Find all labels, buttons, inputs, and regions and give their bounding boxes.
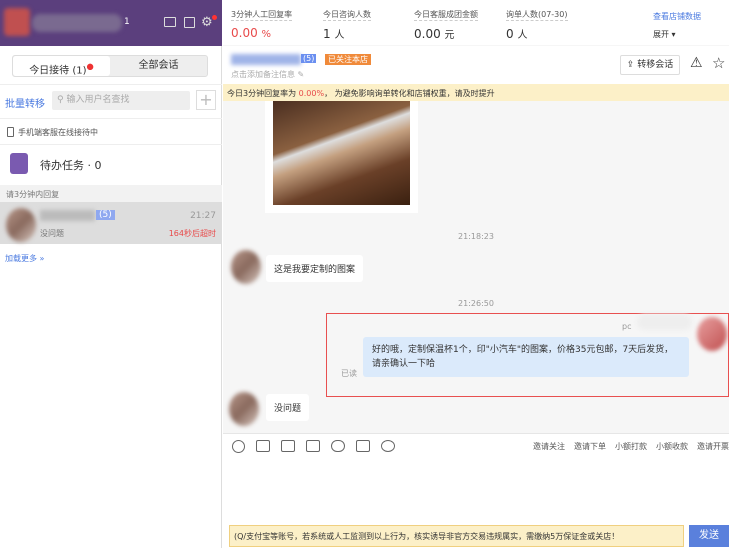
stat-consults: 今日咨询人数 1 人 [323,10,371,41]
image-message[interactable] [265,101,418,213]
transfer-icon: ⇪ [626,60,635,70]
sidebar: 1 ⚙ 今日接待 (1)● 全部会话 批量转移 ⚲ 输入用户名查找 + 手机端客… [0,0,222,548]
agent-avatar [697,317,727,351]
video-icon[interactable] [356,440,370,452]
transfer-session-button[interactable]: ⇪ 转移会话 [620,55,680,75]
conversation-time: 21:27 [190,211,216,221]
customer-avatar [229,392,259,426]
add-note-link[interactable]: 点击添加备注信息 ✎ [231,69,304,80]
small-payment-link[interactable]: 小额打款 [615,441,647,452]
load-more-link[interactable]: 加载更多 » [5,253,44,264]
avatar [4,8,30,36]
stats-bar: 3分钟人工回复率 0.00 % 今日咨询人数 1 人 今日客服成团金额 0.00 元 … [223,0,729,45]
badge-count: 1 [124,17,130,27]
invite-follow-link[interactable]: 邀请关注 [533,441,565,452]
avatar [6,208,36,242]
small-collect-link[interactable]: 小额收款 [656,441,688,452]
view-store-data-link[interactable]: 查看店铺数据 [653,11,701,22]
customer-avatar [231,250,261,284]
section-label: 请3分钟内回复 [0,185,222,202]
invite-order-link[interactable]: 邀请下单 [574,441,606,452]
link-icon[interactable] [331,440,345,452]
batch-transfer-link[interactable]: 批量转移 [5,95,45,110]
timestamp: 21:18:23 [458,232,494,241]
expand-dropdown[interactable]: 展开 ▾ [653,29,676,40]
conversation-tabs: 今日接待 (1)● 全部会话 [12,55,208,77]
phone-icon [7,127,14,137]
chat-panel: 3分钟人工回复率 0.00 % 今日咨询人数 1 人 今日客服成团金额 0.00 元 … [223,0,729,548]
message-bubble: 好的哦，定制保温杯1个，印"小汽车"的图案，价格35元包邮，7天后发货，请亲确认… [363,337,689,377]
composer-toolbar [232,440,406,453]
add-button[interactable]: + [196,90,216,110]
reply-rate-banner: 今日3分钟回复率为 0.00%， 为避免影响询单转化和店铺权重，请及时提升 [223,84,729,101]
policy-warning: (Q/支付宝等账号，若系统或人工监测到以上行为，核实诱导非官方交易违规属实，需缴… [229,525,684,547]
notification-dot [212,15,217,20]
invite-invoice-link[interactable]: 邀请开票 [697,441,729,452]
username [32,14,122,32]
sidebar-header: 1 ⚙ [0,0,222,46]
composer: 邀请关注 邀请下单 小额打款 小额收款 邀请开票 (Q/支付宝等账号，若系统或人… [223,433,729,548]
search-input[interactable]: ⚲ 输入用户名查找 [52,91,190,110]
contact-header: (5) 已关注本店 点击添加备注信息 ✎ ⇪ 转移会话 ⚠ ☆ [223,46,729,84]
message-input[interactable] [228,460,724,520]
message-bubble: 这是我要定制的图案 [266,255,364,282]
gear-icon[interactable]: ⚙ [201,15,213,30]
folder-icon[interactable] [281,440,295,452]
warning-icon[interactable]: ⚠ [690,55,703,71]
tab-all[interactable]: 全部会话 [110,56,207,76]
send-button[interactable]: 发送 [689,525,729,547]
todo-icon [10,153,28,174]
edit-icon[interactable] [184,17,195,28]
stat-reply-rate: 3分钟人工回复率 0.00 % [231,10,293,40]
contact-name: (5) [96,210,115,220]
todo-tasks[interactable]: 待办任务 · 0 [40,157,102,173]
car-image [273,101,410,205]
read-status: 已读 [341,369,357,378]
product-icon[interactable] [381,440,395,452]
timeout-countdown: 164秒后超时 [168,229,216,238]
message-bubble: 没问题 [266,394,310,421]
stat-amount: 今日客服成团金额 0.00 元 [414,10,478,41]
conversation-item[interactable]: (5) 21:27 没问题 164秒后超时 [0,202,222,244]
follow-badge: 已关注本店 [325,54,371,65]
stat-inquiries: 询单人数(07-30) 0 人 [506,10,568,41]
quick-reply-icon[interactable] [306,440,320,452]
image-icon[interactable] [256,440,270,452]
sender-name: pc [622,322,632,331]
edit-icon: ✎ [297,70,305,79]
highlighted-message: pc 已读 好的哦，定制保温杯1个，印"小汽车"的图案，价格35元包邮，7天后发… [326,313,729,397]
contact-name: (5) [301,54,317,63]
quick-actions: 邀请关注 邀请下单 小额打款 小额收款 邀请开票 [533,441,729,452]
tab-today[interactable]: 今日接待 (1)● [13,56,110,76]
conversation-preview: 没问题 [40,229,64,238]
star-icon[interactable]: ☆ [712,54,725,72]
timestamp: 21:26:50 [458,299,494,308]
mobile-status: 手机端客服在线接待中 [18,128,98,137]
emoji-icon[interactable] [232,440,245,453]
monitor-icon[interactable] [164,17,176,27]
